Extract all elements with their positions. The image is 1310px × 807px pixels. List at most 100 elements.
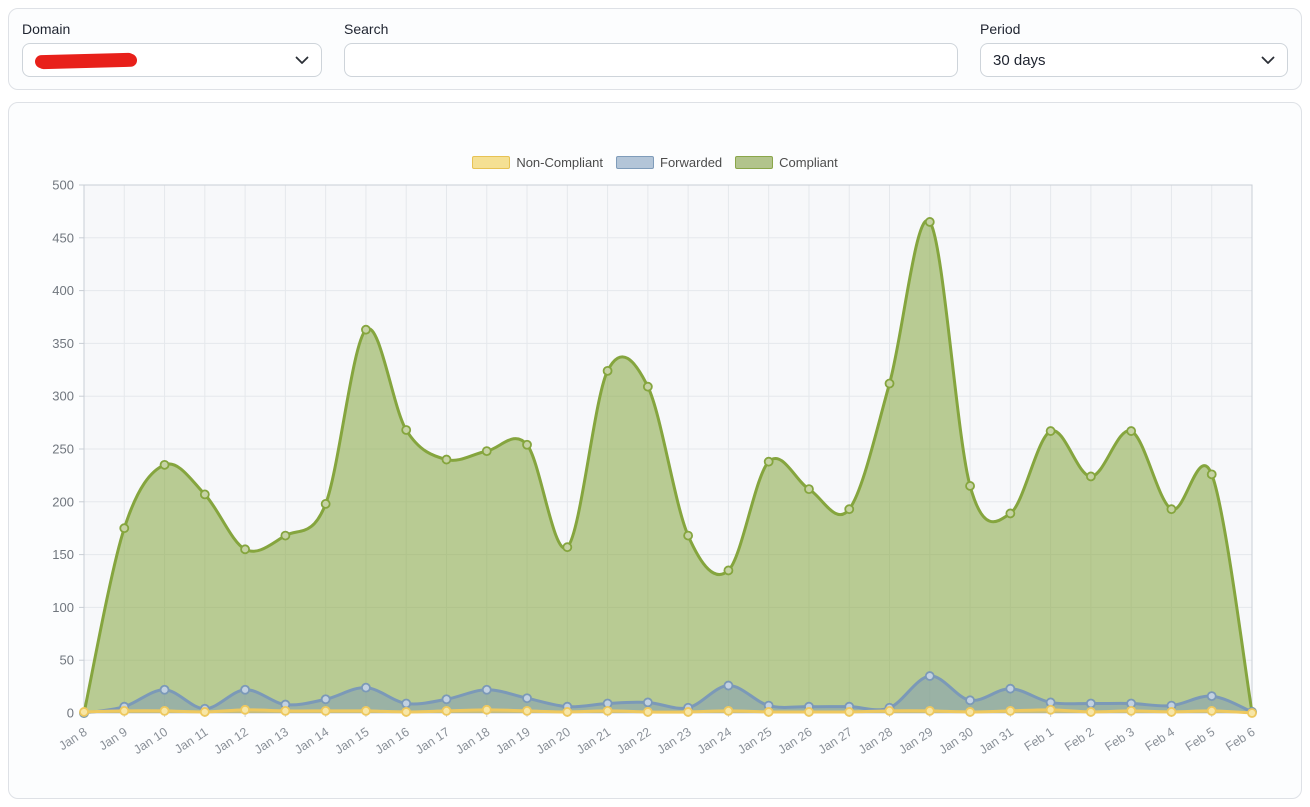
- data-point-marker[interactable]: [322, 695, 330, 703]
- data-point-marker[interactable]: [845, 505, 853, 513]
- chart-card: Non-Compliant Forwarded Compliant 050100…: [8, 102, 1302, 799]
- y-axis-label: 300: [52, 389, 74, 404]
- period-select[interactable]: 30 days: [980, 43, 1288, 77]
- data-point-marker[interactable]: [161, 461, 169, 469]
- data-point-marker[interactable]: [1087, 708, 1095, 716]
- search-input[interactable]: [344, 43, 958, 77]
- data-point-marker[interactable]: [724, 566, 732, 574]
- data-point-marker[interactable]: [241, 545, 249, 553]
- y-axis-label: 150: [52, 547, 74, 562]
- data-point-marker[interactable]: [1248, 709, 1256, 717]
- data-point-marker[interactable]: [644, 708, 652, 716]
- data-point-marker[interactable]: [322, 707, 330, 715]
- data-point-marker[interactable]: [724, 682, 732, 690]
- data-point-marker[interactable]: [1006, 509, 1014, 517]
- data-point-marker[interactable]: [483, 686, 491, 694]
- data-point-marker[interactable]: [604, 707, 612, 715]
- data-point-marker[interactable]: [362, 707, 370, 715]
- data-point-marker[interactable]: [120, 524, 128, 532]
- legend-label: Forwarded: [660, 155, 722, 170]
- filter-bar: Domain Search Period 30 days: [8, 8, 1302, 90]
- x-axis-label: Jan 12: [212, 725, 251, 757]
- data-point-marker[interactable]: [1167, 505, 1175, 513]
- data-point-marker[interactable]: [966, 482, 974, 490]
- data-point-marker[interactable]: [966, 696, 974, 704]
- legend-item-non-compliant: Non-Compliant: [472, 155, 603, 170]
- data-point-marker[interactable]: [362, 684, 370, 692]
- data-point-marker[interactable]: [1047, 706, 1055, 714]
- data-point-marker[interactable]: [442, 695, 450, 703]
- search-label: Search: [344, 21, 958, 37]
- data-point-marker[interactable]: [966, 708, 974, 716]
- x-axis-label: Jan 17: [413, 725, 452, 757]
- data-point-marker[interactable]: [322, 500, 330, 508]
- data-point-marker[interactable]: [765, 708, 773, 716]
- data-point-marker[interactable]: [845, 708, 853, 716]
- data-point-marker[interactable]: [805, 485, 813, 493]
- data-point-marker[interactable]: [563, 708, 571, 716]
- x-axis-label: Feb 2: [1062, 725, 1096, 754]
- data-point-marker[interactable]: [161, 707, 169, 715]
- data-point-marker[interactable]: [80, 708, 88, 716]
- data-point-marker[interactable]: [644, 383, 652, 391]
- data-point-marker[interactable]: [523, 441, 531, 449]
- data-point-marker[interactable]: [805, 708, 813, 716]
- period-label: Period: [980, 21, 1288, 37]
- x-axis-labels: Jan 8Jan 9Jan 10Jan 11Jan 12Jan 13Jan 14…: [56, 725, 1257, 757]
- data-point-marker[interactable]: [442, 707, 450, 715]
- data-point-marker[interactable]: [1208, 707, 1216, 715]
- data-point-marker[interactable]: [1208, 692, 1216, 700]
- legend-swatch-non-compliant: [472, 156, 510, 169]
- x-axis-label: Jan 18: [453, 725, 492, 757]
- data-point-marker[interactable]: [523, 707, 531, 715]
- data-point-marker[interactable]: [886, 380, 894, 388]
- data-point-marker[interactable]: [1087, 472, 1095, 480]
- data-point-marker[interactable]: [926, 672, 934, 680]
- data-point-marker[interactable]: [684, 708, 692, 716]
- data-point-marker[interactable]: [1006, 707, 1014, 715]
- data-point-marker[interactable]: [563, 543, 571, 551]
- data-point-marker[interactable]: [281, 707, 289, 715]
- data-point-marker[interactable]: [1127, 427, 1135, 435]
- data-point-marker[interactable]: [644, 698, 652, 706]
- data-point-marker[interactable]: [1127, 707, 1135, 715]
- x-axis-label: Jan 10: [131, 725, 170, 757]
- data-point-marker[interactable]: [201, 490, 209, 498]
- period-value: 30 days: [993, 52, 1046, 69]
- data-point-marker[interactable]: [684, 532, 692, 540]
- data-point-marker[interactable]: [483, 447, 491, 455]
- data-point-marker[interactable]: [1047, 427, 1055, 435]
- data-point-marker[interactable]: [886, 707, 894, 715]
- data-point-marker[interactable]: [926, 218, 934, 226]
- x-axis-label: Jan 15: [332, 725, 371, 757]
- x-axis-label: Feb 1: [1022, 725, 1056, 754]
- compliance-area-chart[interactable]: 050100150200250300350400450500Jan 8Jan 9…: [9, 103, 1301, 798]
- data-point-marker[interactable]: [241, 686, 249, 694]
- data-point-marker[interactable]: [442, 456, 450, 464]
- data-point-marker[interactable]: [926, 707, 934, 715]
- x-axis-label: Jan 20: [534, 725, 573, 757]
- data-point-marker[interactable]: [402, 426, 410, 434]
- domain-select[interactable]: [22, 43, 322, 77]
- x-axis-label: Jan 30: [937, 725, 976, 757]
- data-point-marker[interactable]: [281, 532, 289, 540]
- data-point-marker[interactable]: [402, 699, 410, 707]
- data-point-marker[interactable]: [483, 706, 491, 714]
- data-point-marker[interactable]: [1208, 470, 1216, 478]
- data-point-marker[interactable]: [724, 707, 732, 715]
- data-point-marker[interactable]: [1006, 685, 1014, 693]
- data-point-marker[interactable]: [1087, 699, 1095, 707]
- data-point-marker[interactable]: [201, 708, 209, 716]
- data-point-marker[interactable]: [161, 686, 169, 694]
- data-point-marker[interactable]: [241, 706, 249, 714]
- data-point-marker[interactable]: [362, 326, 370, 334]
- data-point-marker[interactable]: [604, 367, 612, 375]
- legend-swatch-compliant: [735, 156, 773, 169]
- y-axis-label: 400: [52, 283, 74, 298]
- data-point-marker[interactable]: [1167, 708, 1175, 716]
- data-point-marker[interactable]: [120, 707, 128, 715]
- data-point-marker[interactable]: [523, 694, 531, 702]
- data-point-marker[interactable]: [402, 708, 410, 716]
- data-point-marker[interactable]: [765, 458, 773, 466]
- page: Domain Search Period 30 days: [0, 0, 1310, 807]
